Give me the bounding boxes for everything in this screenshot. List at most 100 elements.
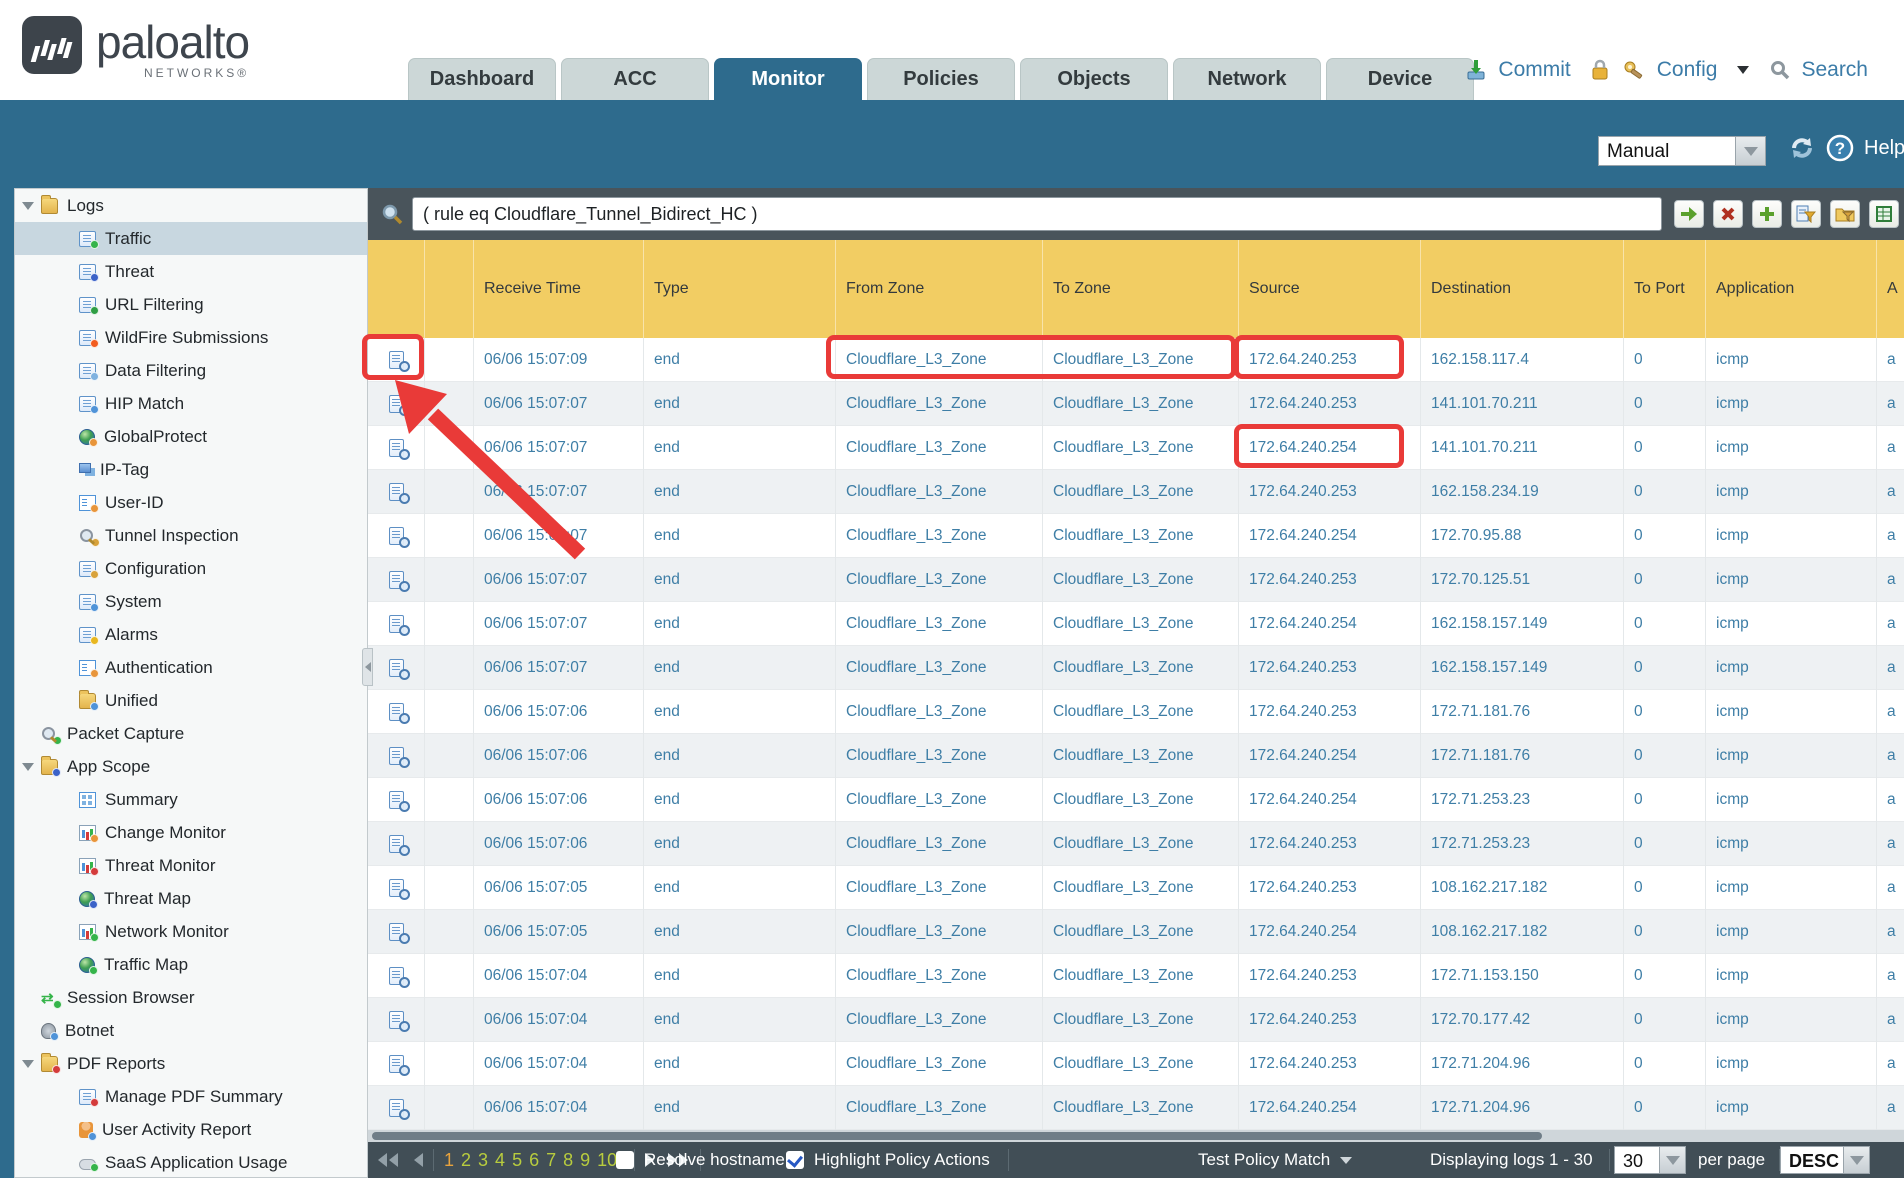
cell-destination[interactable]: 172.70.95.88 bbox=[1420, 514, 1623, 558]
cell-source[interactable]: 172.64.240.254 bbox=[1238, 910, 1420, 954]
cell-from-zone[interactable]: Cloudflare_L3_Zone bbox=[835, 426, 1042, 470]
cell-destination[interactable]: 172.71.204.96 bbox=[1420, 1042, 1623, 1086]
cell-from-zone[interactable]: Cloudflare_L3_Zone bbox=[835, 734, 1042, 778]
cell-time[interactable]: 06/06 15:07:06 bbox=[473, 690, 643, 734]
cell-to-port[interactable]: 0 bbox=[1623, 470, 1705, 514]
cell-to-zone[interactable]: Cloudflare_L3_Zone bbox=[1042, 338, 1238, 382]
cell-from-zone[interactable]: Cloudflare_L3_Zone bbox=[835, 778, 1042, 822]
cell-time[interactable]: 06/06 15:07:07 bbox=[473, 426, 643, 470]
cell-to-zone[interactable]: Cloudflare_L3_Zone bbox=[1042, 734, 1238, 778]
cell-action[interactable]: a bbox=[1876, 866, 1904, 910]
cell-action[interactable]: a bbox=[1876, 734, 1904, 778]
first-page-button[interactable] bbox=[378, 1153, 400, 1167]
column-header-receive-time[interactable]: Receive Time bbox=[473, 240, 643, 338]
cell-to-zone[interactable]: Cloudflare_L3_Zone bbox=[1042, 690, 1238, 734]
tab-device[interactable]: Device bbox=[1326, 58, 1474, 100]
sidebar-item-session-browser[interactable]: Session Browser bbox=[15, 981, 367, 1014]
cell-application[interactable]: icmp bbox=[1705, 426, 1876, 470]
cell-source[interactable]: 172.64.240.253 bbox=[1238, 998, 1420, 1042]
cell-to-port[interactable]: 0 bbox=[1623, 426, 1705, 470]
cell-application[interactable]: icmp bbox=[1705, 690, 1876, 734]
sidebar-item-threat-monitor[interactable]: Threat Monitor bbox=[15, 849, 367, 882]
cell-from-zone[interactable]: Cloudflare_L3_Zone bbox=[835, 514, 1042, 558]
cell-application[interactable]: icmp bbox=[1705, 734, 1876, 778]
page-number-4[interactable]: 4 bbox=[495, 1150, 505, 1171]
sidebar-item-botnet[interactable]: Botnet bbox=[15, 1014, 367, 1047]
cell-time[interactable]: 06/06 15:07:04 bbox=[473, 1042, 643, 1086]
cell-time[interactable]: 06/06 15:07:04 bbox=[473, 1086, 643, 1130]
sidebar-item-pdf-reports[interactable]: PDF Reports bbox=[15, 1047, 367, 1080]
help-icon[interactable]: ? bbox=[1826, 134, 1854, 162]
cell-application[interactable]: icmp bbox=[1705, 338, 1876, 382]
log-detail-magnifier-icon[interactable] bbox=[389, 923, 404, 941]
cell-to-port[interactable]: 0 bbox=[1623, 338, 1705, 382]
filter-builder-button[interactable] bbox=[1791, 200, 1821, 228]
cell-to-port[interactable]: 0 bbox=[1623, 646, 1705, 690]
cell-to-port[interactable]: 0 bbox=[1623, 1042, 1705, 1086]
page-number-6[interactable]: 6 bbox=[529, 1150, 539, 1171]
cell-action[interactable]: a bbox=[1876, 910, 1904, 954]
cell-to-zone[interactable]: Cloudflare_L3_Zone bbox=[1042, 426, 1238, 470]
cell-type[interactable]: end bbox=[643, 822, 835, 866]
cell-source[interactable]: 172.64.240.254 bbox=[1238, 734, 1420, 778]
page-number-9[interactable]: 9 bbox=[580, 1150, 590, 1171]
cell-time[interactable]: 06/06 15:07:07 bbox=[473, 382, 643, 426]
tab-dashboard[interactable]: Dashboard bbox=[408, 58, 556, 100]
cell-type[interactable]: end bbox=[643, 998, 835, 1042]
cell-time[interactable]: 06/06 15:07:04 bbox=[473, 998, 643, 1042]
cell-time[interactable]: 06/06 15:07:06 bbox=[473, 734, 643, 778]
cell-from-zone[interactable]: Cloudflare_L3_Zone bbox=[835, 558, 1042, 602]
cell-to-zone[interactable]: Cloudflare_L3_Zone bbox=[1042, 514, 1238, 558]
cell-action[interactable]: a bbox=[1876, 558, 1904, 602]
cell-to-port[interactable]: 0 bbox=[1623, 778, 1705, 822]
cell-source[interactable]: 172.64.240.254 bbox=[1238, 426, 1420, 470]
sidebar-item-user-id[interactable]: User-ID bbox=[15, 486, 367, 519]
cell-to-zone[interactable]: Cloudflare_L3_Zone bbox=[1042, 910, 1238, 954]
cell-to-zone[interactable]: Cloudflare_L3_Zone bbox=[1042, 778, 1238, 822]
resolve-hostname-option[interactable]: Resolve hostname bbox=[616, 1142, 785, 1178]
log-detail-magnifier-icon[interactable] bbox=[389, 703, 404, 721]
highlight-policy-checkbox[interactable] bbox=[786, 1151, 804, 1169]
cell-action[interactable]: a bbox=[1876, 954, 1904, 998]
cell-destination[interactable]: 141.101.70.211 bbox=[1420, 426, 1623, 470]
cell-destination[interactable]: 172.71.181.76 bbox=[1420, 734, 1623, 778]
cell-type[interactable]: end bbox=[643, 690, 835, 734]
sidebar-item-globalprotect[interactable]: GlobalProtect bbox=[15, 420, 367, 453]
page-number-2[interactable]: 2 bbox=[461, 1150, 471, 1171]
page-number-5[interactable]: 5 bbox=[512, 1150, 522, 1171]
cell-application[interactable]: icmp bbox=[1705, 954, 1876, 998]
sidebar-item-traffic[interactable]: Traffic bbox=[15, 222, 367, 255]
cell-time[interactable]: 06/06 15:07:05 bbox=[473, 866, 643, 910]
cell-type[interactable]: end bbox=[643, 558, 835, 602]
cell-to-zone[interactable]: Cloudflare_L3_Zone bbox=[1042, 954, 1238, 998]
sidebar-item-saas-application-usage[interactable]: SaaS Application Usage bbox=[15, 1146, 367, 1178]
cell-application[interactable]: icmp bbox=[1705, 778, 1876, 822]
log-detail-magnifier-icon[interactable] bbox=[389, 747, 404, 765]
cell-action[interactable]: a bbox=[1876, 1086, 1904, 1130]
lock-icon[interactable] bbox=[1589, 58, 1611, 82]
cell-application[interactable]: icmp bbox=[1705, 514, 1876, 558]
tab-policies[interactable]: Policies bbox=[867, 58, 1015, 100]
cell-to-port[interactable]: 0 bbox=[1623, 690, 1705, 734]
cell-to-zone[interactable]: Cloudflare_L3_Zone bbox=[1042, 558, 1238, 602]
cell-source[interactable]: 172.64.240.253 bbox=[1238, 646, 1420, 690]
sidebar-item-change-monitor[interactable]: Change Monitor bbox=[15, 816, 367, 849]
log-detail-magnifier-icon[interactable] bbox=[389, 483, 404, 501]
cell-destination[interactable]: 162.158.234.19 bbox=[1420, 470, 1623, 514]
scrollbar-thumb[interactable] bbox=[372, 1132, 1542, 1140]
log-detail-magnifier-icon[interactable] bbox=[389, 527, 404, 545]
cell-destination[interactable]: 162.158.157.149 bbox=[1420, 602, 1623, 646]
sidebar-item-alarms[interactable]: Alarms bbox=[15, 618, 367, 651]
log-detail-magnifier-icon[interactable] bbox=[389, 967, 404, 985]
page-number-3[interactable]: 3 bbox=[478, 1150, 488, 1171]
refresh-mode-dropdown-button[interactable] bbox=[1736, 136, 1766, 166]
cell-application[interactable]: icmp bbox=[1705, 822, 1876, 866]
cell-from-zone[interactable]: Cloudflare_L3_Zone bbox=[835, 690, 1042, 734]
log-detail-magnifier-icon[interactable] bbox=[389, 571, 404, 589]
cell-time[interactable]: 06/06 15:07:07 bbox=[473, 646, 643, 690]
sidebar-item-data-filtering[interactable]: Data Filtering bbox=[15, 354, 367, 387]
sidebar-item-logs[interactable]: Logs bbox=[15, 189, 367, 222]
cell-to-port[interactable]: 0 bbox=[1623, 954, 1705, 998]
per-page-select[interactable]: 30 per page bbox=[1614, 1142, 1790, 1178]
cell-action[interactable]: a bbox=[1876, 822, 1904, 866]
